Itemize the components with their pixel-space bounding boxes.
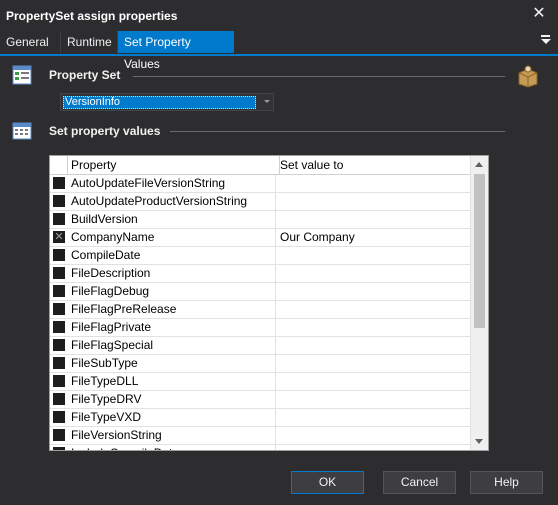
chevron-down-icon[interactable]	[264, 100, 270, 103]
value-cell[interactable]: Our Company	[277, 229, 474, 246]
package-icon	[516, 64, 540, 88]
property-cell[interactable]: AutoUpdateFileVersionString	[68, 175, 276, 192]
checkbox[interactable]	[53, 429, 65, 441]
property-cell[interactable]: CompanyName	[68, 229, 276, 246]
property-grid: Property Set value to AutoUpdateFileVers…	[49, 155, 489, 451]
scroll-down-icon[interactable]	[471, 433, 488, 450]
value-cell[interactable]	[277, 427, 474, 444]
tab-runtime[interactable]: Runtime	[61, 31, 118, 53]
table-row[interactable]: IncludeCompileDate	[50, 445, 474, 450]
tab-strip: General Runtime Set Property Values	[0, 31, 558, 71]
checked-checkbox[interactable]: ✕	[53, 231, 65, 243]
value-cell[interactable]	[277, 409, 474, 426]
value-cell[interactable]	[277, 373, 474, 390]
checkbox[interactable]	[53, 447, 65, 450]
table-row[interactable]: CompileDate	[50, 247, 472, 265]
tab-set-property-values[interactable]: Set Property Values	[118, 31, 234, 71]
checkbox[interactable]	[53, 267, 65, 279]
table-row[interactable]: ✕ CompanyName Our Company	[50, 229, 472, 247]
value-cell[interactable]	[277, 193, 474, 210]
property-cell[interactable]: FileFlagPrivate	[68, 319, 276, 336]
property-set-dropdown[interactable]: VersionInfo	[60, 93, 274, 111]
header-property[interactable]: Property	[68, 156, 280, 174]
property-cell[interactable]: FileTypeDRV	[68, 391, 276, 408]
value-cell[interactable]	[277, 355, 474, 372]
value-cell[interactable]	[277, 175, 474, 192]
property-cell[interactable]: FileTypeDLL	[68, 373, 276, 390]
table-row[interactable]: FileSubType	[50, 355, 472, 373]
table-row[interactable]: FileTypeVXD	[50, 409, 472, 427]
table-row[interactable]: FileDescription	[50, 265, 472, 283]
property-set-label: Property Set	[49, 68, 121, 82]
checkbox[interactable]	[53, 411, 65, 423]
property-cell[interactable]: FileFlagDebug	[68, 283, 276, 300]
table-row[interactable]: AutoUpdateFileVersionString	[50, 175, 472, 193]
value-cell[interactable]	[277, 301, 474, 318]
checkbox[interactable]	[53, 213, 65, 225]
checkbox[interactable]	[53, 321, 65, 333]
table-row[interactable]: FileTypeDRV	[50, 391, 472, 409]
set-values-icon	[12, 121, 32, 141]
property-cell[interactable]: FileTypeVXD	[68, 409, 276, 426]
grid-rows: AutoUpdateFileVersionString AutoUpdatePro…	[50, 175, 474, 450]
header-value[interactable]: Set value to	[277, 156, 474, 174]
value-cell[interactable]	[277, 337, 474, 354]
ok-button[interactable]: OK	[291, 471, 364, 494]
checkbox[interactable]	[53, 339, 65, 351]
title-bar: PropertySet assign properties ✕	[0, 0, 558, 32]
table-row[interactable]: AutoUpdateProductVersionString	[50, 193, 472, 211]
window-title: PropertySet assign properties	[6, 9, 178, 23]
property-cell[interactable]: FileVersionString	[68, 427, 276, 444]
property-set-icon	[12, 65, 32, 85]
table-row[interactable]: FileFlagDebug	[50, 283, 472, 301]
table-row[interactable]: FileTypeDLL	[50, 373, 472, 391]
checkbox[interactable]	[53, 375, 65, 387]
grid-header: Property Set value to	[50, 156, 472, 175]
property-set-divider	[133, 76, 505, 77]
value-cell[interactable]	[277, 247, 474, 264]
property-cell[interactable]: FileDescription	[68, 265, 276, 282]
scroll-thumb[interactable]	[474, 174, 485, 328]
checkbox[interactable]	[53, 303, 65, 315]
property-cell[interactable]: FileFlagSpecial	[68, 337, 276, 354]
cancel-button[interactable]: Cancel	[383, 471, 456, 494]
table-row[interactable]: FileFlagSpecial	[50, 337, 472, 355]
vertical-scrollbar[interactable]	[470, 156, 488, 450]
property-cell[interactable]: AutoUpdateProductVersionString	[68, 193, 276, 210]
property-cell[interactable]: FileFlagPreRelease	[68, 301, 276, 318]
property-set-selected: VersionInfo	[63, 96, 256, 109]
table-row[interactable]: FileFlagPrivate	[50, 319, 472, 337]
checkbox[interactable]	[53, 249, 65, 261]
set-values-divider	[170, 131, 505, 132]
property-cell[interactable]: BuildVersion	[68, 211, 276, 228]
checkbox[interactable]	[53, 285, 65, 297]
close-icon[interactable]: ✕	[530, 5, 548, 23]
value-cell[interactable]	[277, 445, 474, 450]
property-cell[interactable]: FileSubType	[68, 355, 276, 372]
tab-general[interactable]: General	[0, 31, 61, 53]
set-values-label: Set property values	[49, 124, 161, 138]
checkbox[interactable]	[53, 357, 65, 369]
property-cell[interactable]: IncludeCompileDate	[68, 445, 276, 450]
value-cell[interactable]	[277, 265, 474, 282]
help-button[interactable]: Help	[470, 471, 543, 494]
property-cell[interactable]: CompileDate	[68, 247, 276, 264]
value-cell[interactable]	[277, 391, 474, 408]
scroll-up-icon[interactable]	[471, 156, 488, 173]
table-row[interactable]: FileVersionString	[50, 427, 472, 445]
checkbox[interactable]	[53, 393, 65, 405]
checkbox[interactable]	[53, 177, 65, 189]
header-check-column	[50, 156, 68, 174]
table-row[interactable]: BuildVersion	[50, 211, 472, 229]
value-cell[interactable]	[277, 211, 474, 228]
checkbox[interactable]	[53, 195, 65, 207]
value-cell[interactable]	[277, 319, 474, 336]
table-row[interactable]: FileFlagPreRelease	[50, 301, 472, 319]
menu-icon[interactable]	[541, 35, 551, 49]
value-cell[interactable]	[277, 283, 474, 300]
